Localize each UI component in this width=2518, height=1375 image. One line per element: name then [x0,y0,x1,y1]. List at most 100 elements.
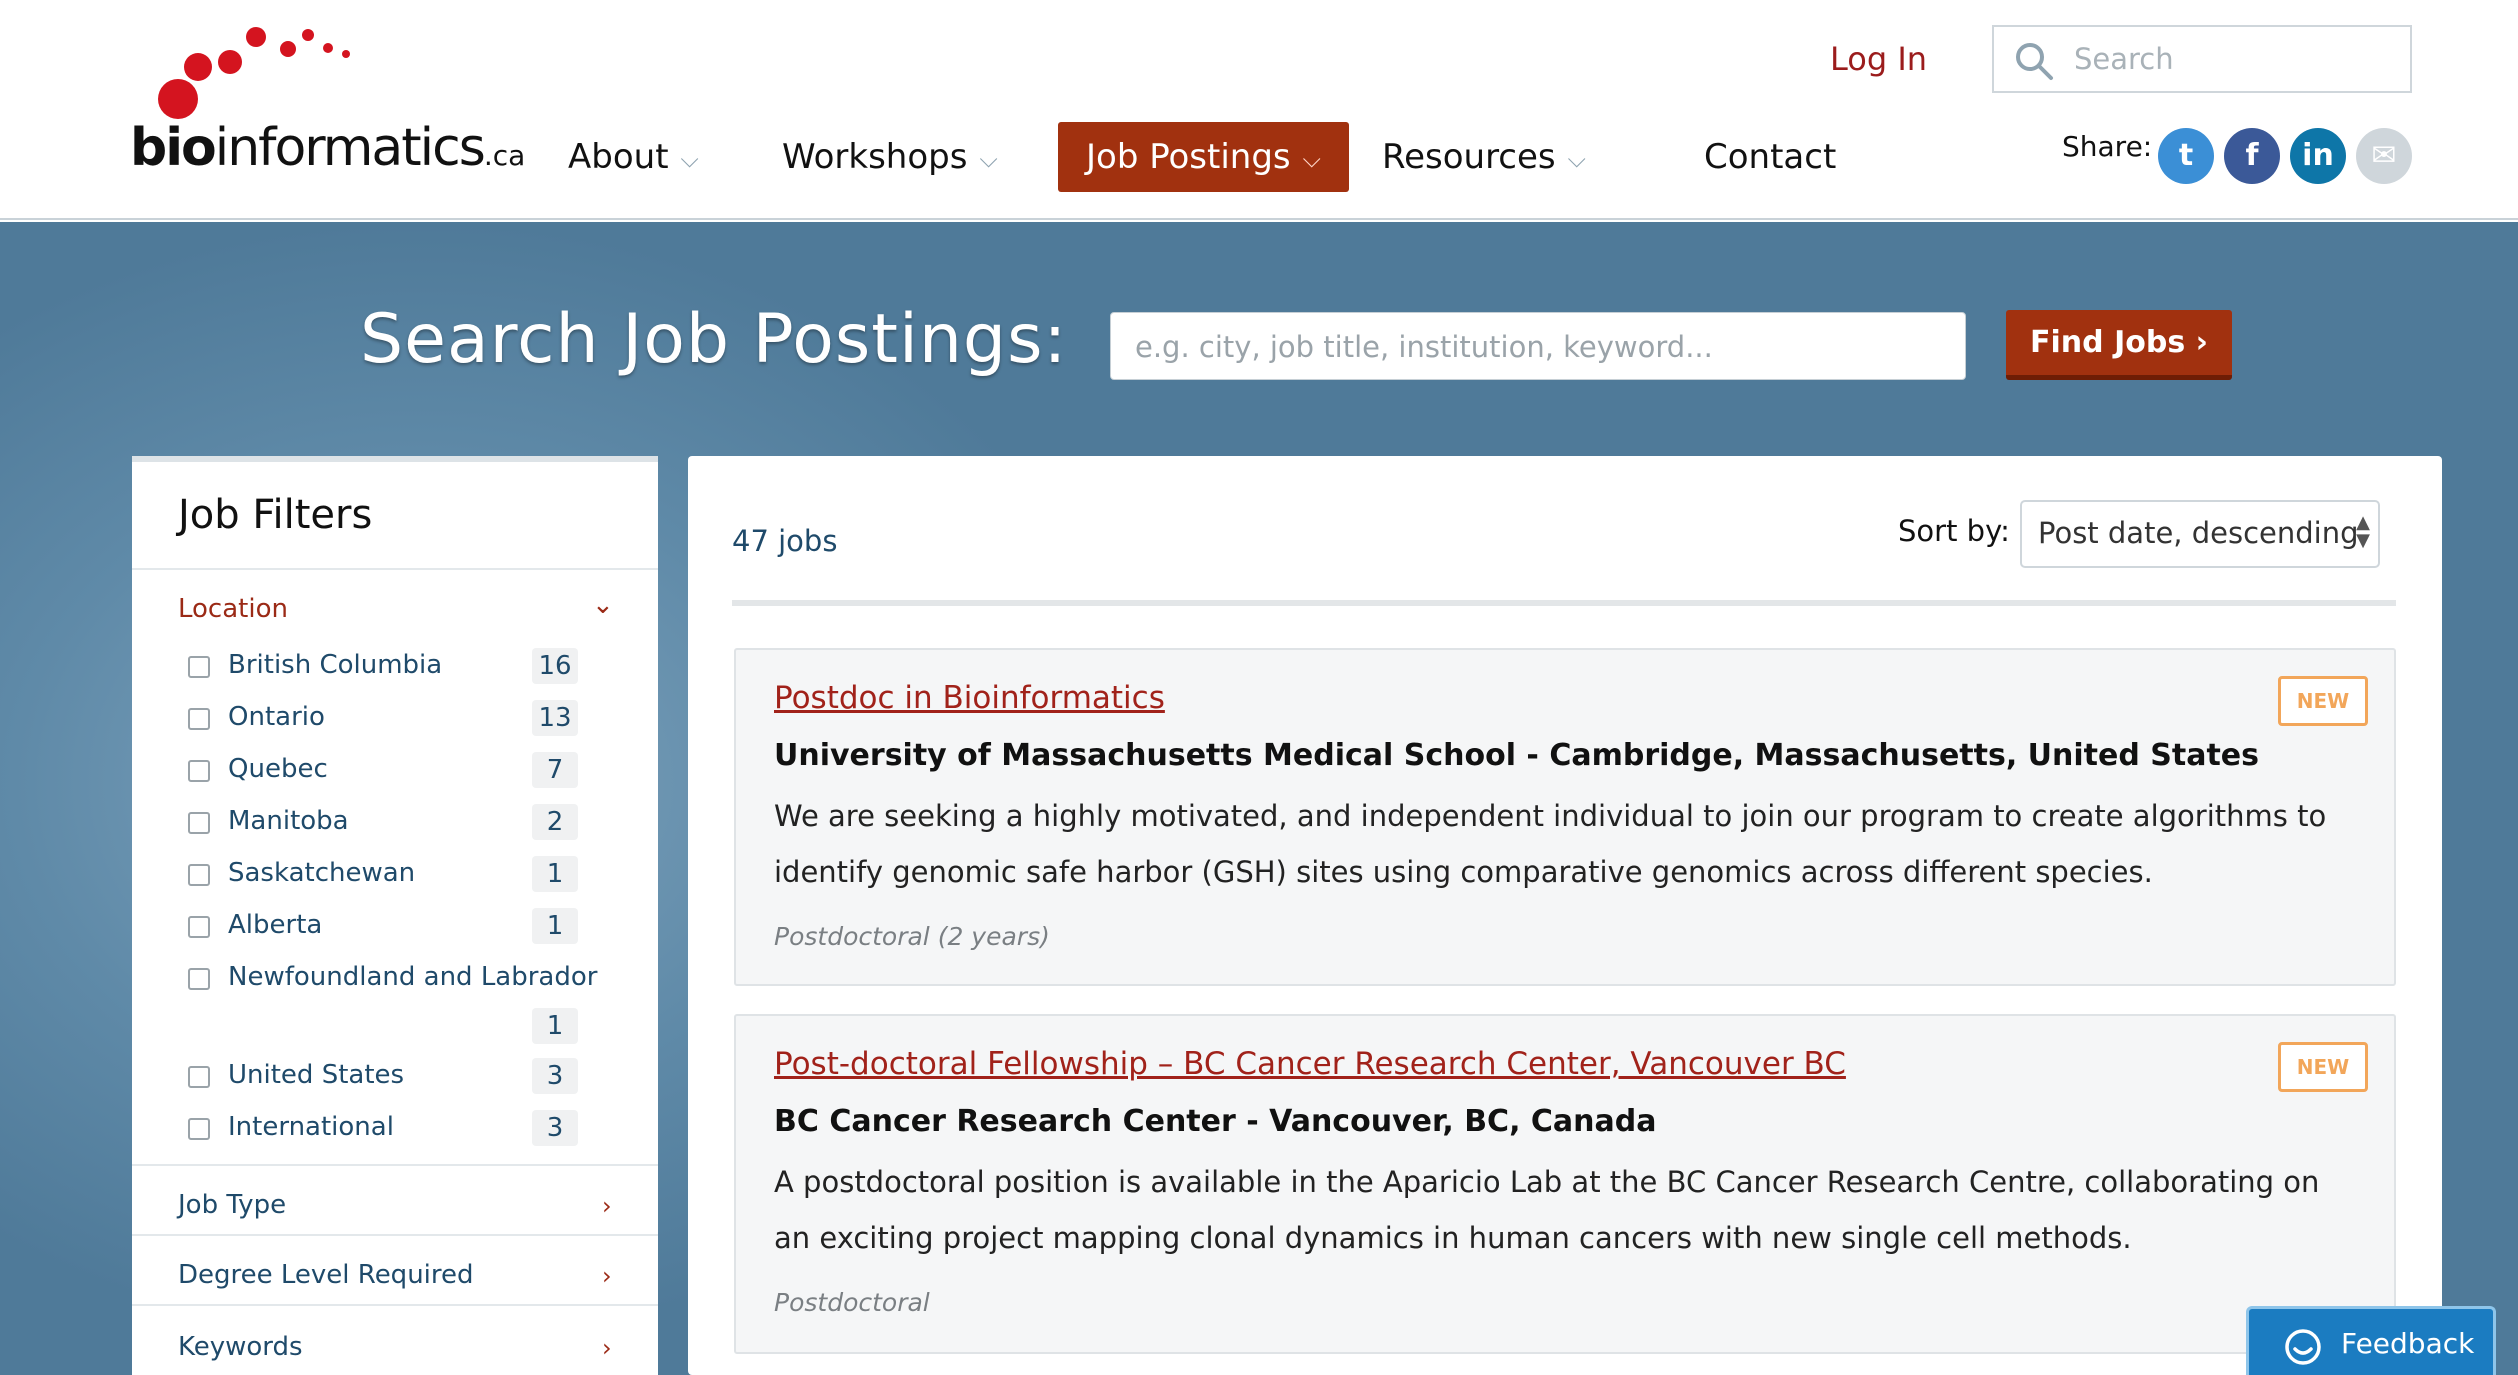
job-description: We are seeking a highly motivated, and i… [774,799,2327,889]
checkbox[interactable] [188,1066,210,1088]
filters-title: Job Filters [178,492,373,538]
nav-label: Resources [1382,137,1556,177]
filter-label: Quebec [228,754,328,784]
divider [132,568,658,570]
job-title-link[interactable]: Postdoc in Bioinformatics [774,680,1165,716]
filter-item-manitoba[interactable]: Manitoba 2 [188,804,628,844]
filter-item-newfoundland[interactable]: Newfoundland and Labrador 1 [188,960,628,1050]
logo-dots-icon [158,27,350,119]
job-organization: BC Cancer Research Center - Vancouver, B… [774,1104,1657,1139]
filter-count: 16 [532,648,578,684]
chevron-down-icon: ⌵ [979,144,998,173]
filter-item-alberta[interactable]: Alberta 1 [188,908,628,948]
filter-section-location[interactable]: Location [178,594,288,624]
site-logo[interactable]: bioinformatics.ca [130,24,525,184]
job-type: Postdoctoral (2 years) [774,922,1050,951]
filter-item-quebec[interactable]: Quebec 7 [188,752,628,792]
filter-item-saskatchewan[interactable]: Saskatchewan 1 [188,856,628,896]
chevron-down-icon: ⌵ [1302,144,1321,173]
filter-count: 1 [532,856,578,892]
site-search-box[interactable] [1992,25,2412,93]
nav-item-job-postings[interactable]: Job Postings ⌵ [1058,122,1349,192]
filter-section-job-type[interactable]: Job Type [178,1190,286,1220]
divider [132,1304,658,1306]
chevron-down-icon[interactable]: ⌄ [592,590,614,620]
checkbox[interactable] [188,812,210,834]
job-count: 47 jobs [732,524,838,558]
checkbox[interactable] [188,760,210,782]
nav-label: Contact [1704,137,1837,177]
filter-count: 3 [532,1058,578,1094]
job-filters-panel: Job Filters Location ⌄ British Columbia … [132,456,658,1375]
feedback-label: Feedback [2341,1327,2475,1360]
linkedin-icon[interactable]: in [2290,128,2346,184]
filter-item-british-columbia[interactable]: British Columbia 16 [188,648,628,688]
filter-label: Ontario [228,702,325,732]
nav-item-about[interactable]: About ⌵ [540,122,727,192]
filter-label: Manitoba [228,806,349,836]
site-header: bioinformatics.ca Log In About ⌵ Workshop… [0,0,2518,220]
facebook-icon[interactable]: f [2224,128,2280,184]
page-title: Search Job Postings: [360,300,1068,379]
filter-label: Saskatchewan [228,858,416,888]
new-badge: NEW [2278,676,2368,726]
filter-item-ontario[interactable]: Ontario 13 [188,700,628,740]
divider [132,1234,658,1236]
email-icon[interactable]: ✉ [2356,128,2412,184]
filter-count: 13 [532,700,578,736]
select-arrows-icon: ▲ ▼ [2356,512,2370,551]
checkbox[interactable] [188,916,210,938]
chevron-right-icon[interactable]: › [602,1192,612,1220]
job-card: Postdoc in Bioinformatics NEW University… [734,648,2396,986]
job-search-input[interactable] [1135,323,1935,371]
share-label: Share: [2062,130,2153,163]
nav-item-resources[interactable]: Resources ⌵ [1354,122,1614,192]
filter-count: 2 [532,804,578,840]
chevron-right-icon[interactable]: › [602,1334,612,1362]
filter-count: 7 [532,752,578,788]
logo-bold-text: bio [130,118,217,178]
nav-label: Job Postings [1086,137,1291,177]
nav-item-workshops[interactable]: Workshops ⌵ [754,122,1026,192]
twitter-icon[interactable]: t [2158,128,2214,184]
job-card: Post-doctoral Fellowship – BC Cancer Res… [734,1014,2396,1354]
nav-item-contact[interactable]: Contact [1676,122,1864,192]
new-badge: NEW [2278,1042,2368,1092]
chevron-down-icon: ⌵ [1567,144,1586,173]
filter-label: Alberta [228,910,323,940]
filter-label: International [228,1112,394,1142]
job-title-link[interactable]: Post-doctoral Fellowship – BC Cancer Res… [774,1046,1846,1082]
filter-label: British Columbia [228,650,443,680]
find-jobs-button[interactable]: Find Jobs › [2006,310,2232,380]
logo-suffix-text: .ca [483,139,526,172]
filter-count: 1 [532,908,578,944]
filter-count: 3 [532,1110,578,1146]
checkbox[interactable] [188,1118,210,1140]
nav-label: About [568,137,669,177]
sort-select[interactable]: Post date, descending ▲ ▼ [2020,500,2380,568]
filter-item-international[interactable]: International 3 [188,1110,628,1150]
logo-wordmark: bioinformatics.ca [130,118,525,178]
job-description: A postdoctoral position is available in … [774,1165,2320,1255]
checkbox[interactable] [188,656,210,678]
logo-rest-text: informatics [214,118,486,178]
login-link[interactable]: Log In [1830,40,1927,78]
filter-item-united-states[interactable]: United States 3 [188,1058,628,1098]
chevron-right-icon[interactable]: › [602,1262,612,1290]
nav-label: Workshops [782,137,968,177]
filter-section-degree-level[interactable]: Degree Level Required [178,1260,474,1290]
checkbox[interactable] [188,708,210,730]
feedback-button[interactable]: Feedback [2246,1306,2496,1375]
job-search-box[interactable] [1110,312,1966,380]
divider [132,1164,658,1166]
divider [732,600,2396,606]
site-search-input[interactable] [2074,35,2394,83]
sort-value: Post date, descending [2038,516,2359,550]
filter-section-keywords[interactable]: Keywords [178,1332,303,1362]
chevron-down-icon: ⌵ [680,144,699,173]
filter-label: United States [228,1060,405,1090]
job-type: Postdoctoral [774,1288,930,1317]
checkbox[interactable] [188,968,210,990]
search-icon[interactable] [2014,41,2054,81]
checkbox[interactable] [188,864,210,886]
